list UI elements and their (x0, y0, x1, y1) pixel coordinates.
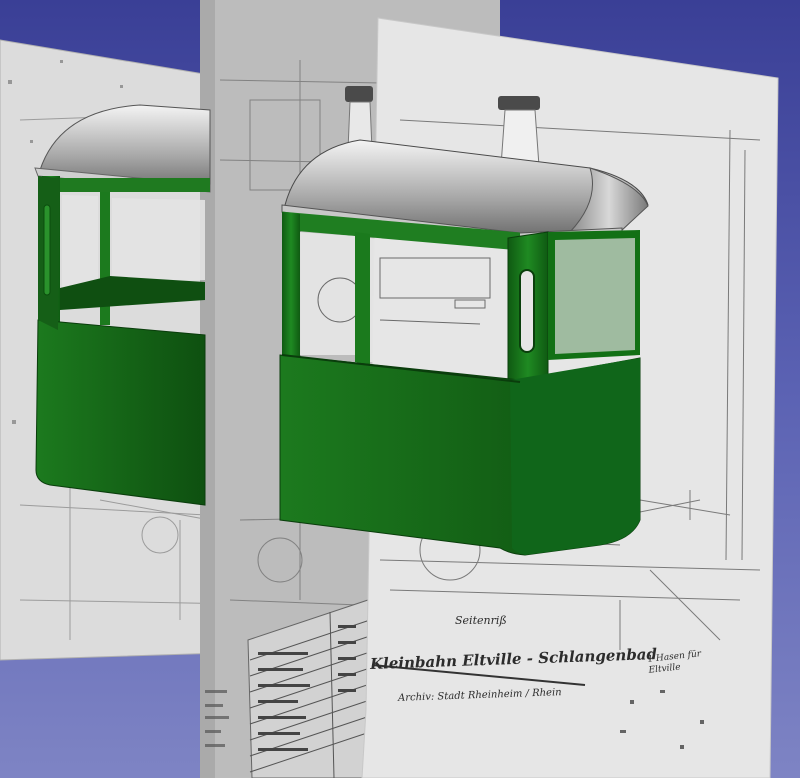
drawing-view-label: Seitenriß (455, 614, 507, 627)
cab-model-right[interactable] (279, 139, 649, 556)
3d-viewport[interactable]: Kleinbahn Eltville - Schlangenbad Archiv… (0, 0, 800, 778)
